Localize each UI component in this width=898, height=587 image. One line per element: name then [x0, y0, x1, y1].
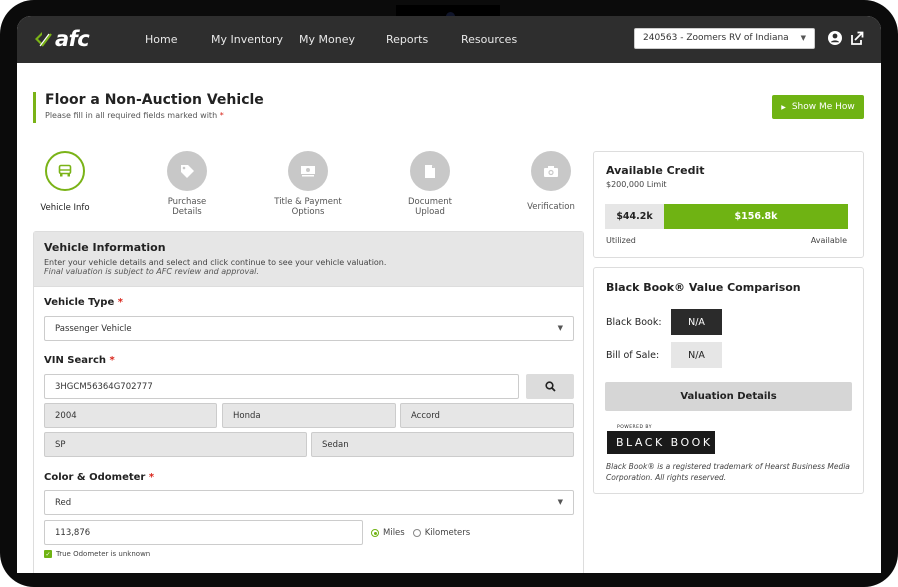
powered-by-text: POWERED BY [617, 425, 653, 430]
available-credit-title: Available Credit [606, 164, 705, 177]
nav-home[interactable]: Home [145, 33, 177, 46]
show-me-how-button[interactable]: ▶ Show Me How [772, 95, 864, 119]
kilometers-radio[interactable] [412, 529, 421, 537]
available-label: Available [810, 236, 847, 245]
odometer-input[interactable]: 113,876 [44, 520, 363, 545]
step-title-payment-circle[interactable] [288, 151, 328, 191]
page-subtitle: Please fill in all required fields marke… [45, 111, 224, 120]
document-icon [425, 164, 435, 178]
user-icon[interactable] [827, 30, 843, 46]
miles-label[interactable]: Miles [383, 528, 405, 538]
step-purchase-details-label: Purchase Details [167, 197, 207, 217]
vehicle-information-title: Vehicle Information [44, 241, 166, 254]
color-odometer-label: Color & Odometer * [44, 472, 155, 483]
logo-text: afc [55, 27, 90, 51]
credit-available-bar: $156.8k [664, 204, 848, 229]
black-book-logo: BLACK BOOK [607, 431, 715, 454]
logo-mark-icon [35, 32, 52, 47]
chevron-down-icon: ▼ [800, 34, 806, 42]
kilometers-label[interactable]: Kilometers [425, 528, 471, 538]
nav-my-inventory[interactable]: My Inventory [211, 33, 283, 46]
step-vehicle-info-circle[interactable] [45, 151, 85, 191]
utilized-label: Utilized [606, 236, 636, 245]
odometer-unknown-row: ✓ True Odometer is unknown [44, 550, 150, 558]
chevron-down-icon: ▼ [557, 498, 563, 506]
vehicle-type-value: Passenger Vehicle [55, 324, 132, 334]
color-select[interactable]: Red ▼ [44, 490, 574, 515]
black-book-card: Black Book® Value Comparison Black Book:… [593, 267, 864, 494]
vin-search-button[interactable] [526, 374, 574, 399]
app-screen: afc Home My Inventory My Money Reports R… [17, 16, 881, 573]
vehicle-information-header: Vehicle Information Enter your vehicle d… [34, 232, 583, 287]
dealer-select[interactable]: 240563 - Zoomers RV of Indiana ▼ [634, 28, 815, 49]
nav-reports[interactable]: Reports [386, 33, 428, 46]
bill-of-sale-label: Bill of Sale: [606, 350, 660, 361]
camera-icon [544, 165, 558, 177]
play-arrow-icon: ▶ [781, 103, 786, 111]
search-icon [544, 381, 556, 392]
black-book-value: N/A [671, 309, 722, 335]
money-icon [301, 166, 315, 177]
vehicle-make-field: Honda [222, 403, 396, 428]
bill-of-sale-value: N/A [671, 342, 722, 368]
step-verification-label: Verification [527, 202, 575, 212]
chevron-down-icon: ▼ [557, 324, 563, 332]
credit-limit: $200,000 Limit [606, 180, 667, 189]
credit-utilized-bar: $44.2k [605, 204, 664, 229]
valuation-note: Final valuation is subject to AFC review… [44, 267, 259, 276]
odometer-unknown-label: True Odometer is unknown [56, 550, 151, 558]
color-value: Red [55, 498, 72, 508]
available-credit-card: Available Credit $200,000 Limit $44.2k $… [593, 151, 864, 258]
step-document-upload-label: Document Upload [407, 197, 453, 217]
odometer-unknown-checkbox[interactable]: ✓ [44, 550, 52, 558]
vehicle-information-description: Enter your vehicle details and select an… [44, 258, 387, 267]
logout-icon[interactable] [849, 30, 865, 46]
step-document-upload-circle[interactable] [410, 151, 450, 191]
afc-logo[interactable]: afc [33, 27, 90, 51]
vehicle-type-select[interactable]: Passenger Vehicle ▼ [44, 316, 574, 341]
nav-my-money[interactable]: My Money [299, 33, 355, 46]
vehicle-model-field: Accord [400, 403, 574, 428]
valuation-details-button[interactable]: Valuation Details [605, 382, 852, 411]
miles-radio[interactable] [371, 529, 379, 537]
top-navigation-bar: afc Home My Inventory My Money Reports R… [17, 16, 881, 63]
vin-search-input[interactable]: 3HGCM56364G702777 [44, 374, 519, 399]
vehicle-type-label: Vehicle Type * [44, 297, 123, 308]
vin-search-label: VIN Search * [44, 355, 115, 366]
vehicle-trim-field: SP [44, 432, 307, 457]
step-purchase-details-circle[interactable] [167, 151, 207, 191]
black-book-title: Black Book® Value Comparison [606, 281, 801, 294]
odometer-unit-radios: Miles Kilometers [371, 528, 470, 538]
show-me-how-label: Show Me How [791, 102, 855, 112]
tablet-frame: afc Home My Inventory My Money Reports R… [0, 0, 898, 587]
tag-icon [181, 165, 194, 178]
black-book-trademark-note: Black Book® is a registered trademark of… [606, 462, 850, 482]
page-header: Floor a Non-Auction Vehicle Please fill … [33, 92, 264, 123]
step-vehicle-info-label: Vehicle Info [40, 203, 90, 213]
nav-resources[interactable]: Resources [461, 33, 517, 46]
page-title: Floor a Non-Auction Vehicle [45, 92, 264, 108]
dealer-select-value: 240563 - Zoomers RV of Indiana [643, 33, 789, 43]
black-book-value-label: Black Book: [606, 317, 662, 328]
vehicle-body-field: Sedan [311, 432, 574, 457]
vehicle-information-panel: Vehicle Information Enter your vehicle d… [33, 231, 584, 573]
step-verification-circle[interactable] [531, 151, 571, 191]
step-title-payment-label: Title & Payment Options [274, 197, 342, 217]
car-icon [58, 164, 72, 177]
vehicle-year-field: 2004 [44, 403, 217, 428]
